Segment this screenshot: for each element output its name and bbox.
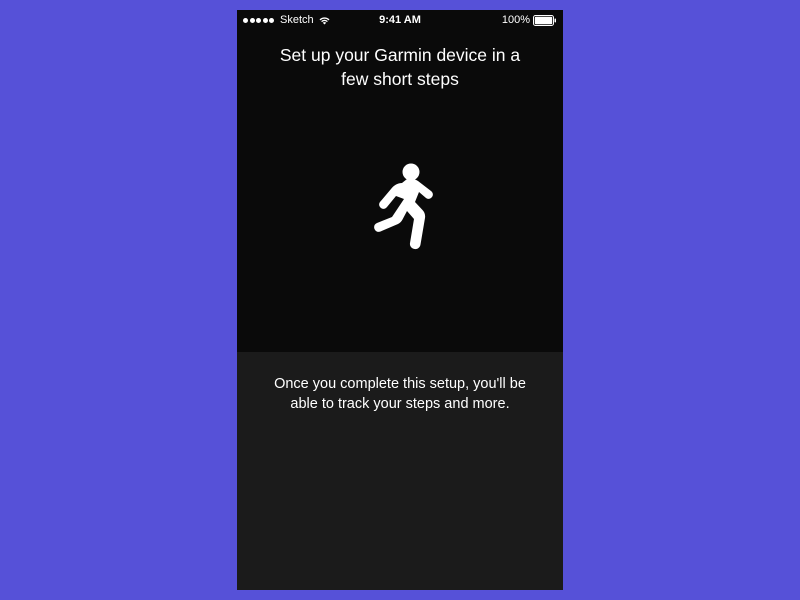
- status-bar: Sketch 9:41 AM 100%: [237, 10, 563, 30]
- status-bar-time: 9:41 AM: [379, 14, 421, 26]
- status-bar-right: 100%: [502, 14, 557, 26]
- battery-icon: [533, 15, 557, 26]
- setup-header-section: Set up your Garmin device in a few short…: [237, 30, 563, 352]
- wifi-icon: [318, 16, 331, 25]
- setup-description: Once you complete this setup, you'll be …: [237, 374, 563, 415]
- setup-description-section: Once you complete this setup, you'll be …: [237, 352, 563, 590]
- setup-illustration: [360, 91, 440, 352]
- setup-title: Set up your Garmin device in a few short…: [237, 44, 563, 91]
- signal-strength-icon: [243, 18, 274, 23]
- running-person-icon: [360, 161, 440, 262]
- phone-screen: Sketch 9:41 AM 100% Set up your Garmin d…: [237, 10, 563, 590]
- carrier-label: Sketch: [280, 14, 314, 26]
- status-bar-left: Sketch: [243, 14, 331, 26]
- battery-percent: 100%: [502, 14, 530, 26]
